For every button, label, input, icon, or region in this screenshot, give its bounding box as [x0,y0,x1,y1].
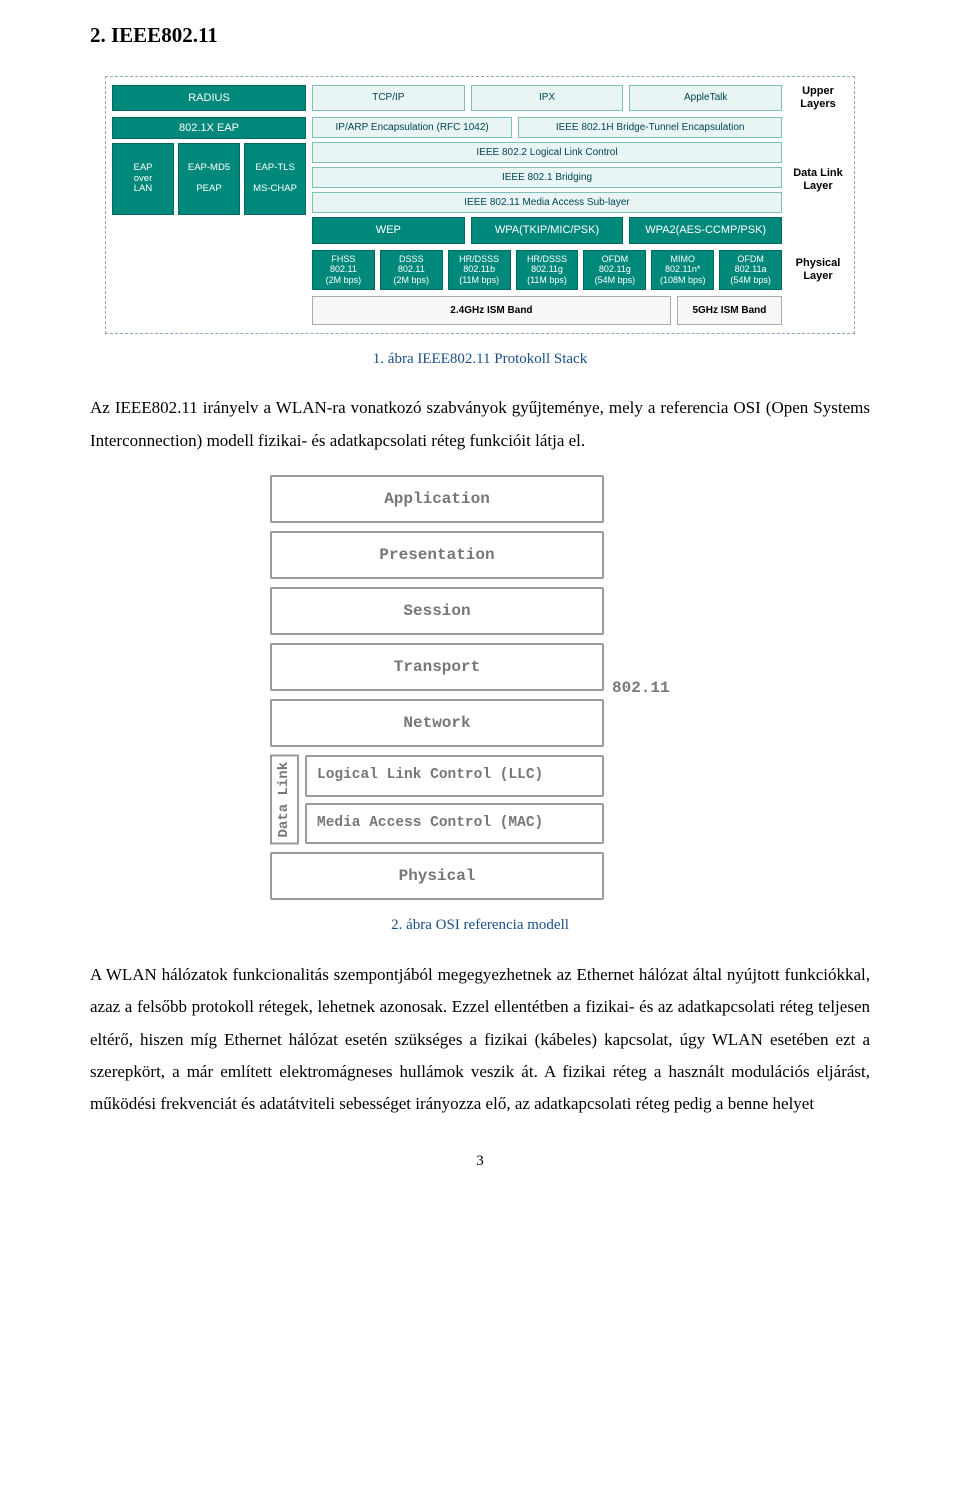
phy-80211b: HR/DSSS802.11b(11M bps) [448,250,511,290]
figure-1-caption: 1. ábra IEEE802.11 Protokoll Stack [90,348,870,371]
side-phy-label: Physical Layer [788,250,848,290]
osi-mac: Media Access Control (MAC) [305,803,604,845]
figure-1-protocol-stack: RADIUS TCP/IP IPX AppleTalk Upper Layers… [105,76,855,334]
osi-transport: Transport [270,643,604,691]
mac-sublayer-box: IEEE 802.11 Media Access Sub-layer [312,192,782,213]
osi-network: Network [270,699,604,747]
section-heading: 2. IEEE802.11 [90,20,870,52]
figure-2-caption: 2. ábra OSI referencia modell [90,914,870,937]
radius-box: RADIUS [112,85,306,112]
sec-wpa2: WPA2(AES-CCMP/PSK) [629,217,782,244]
osi-llc: Logical Link Control (LLC) [305,755,604,797]
encaps-bridge-tunnel: IEEE 802.1H Bridge-Tunnel Encapsulation [518,117,782,138]
band-5ghz: 5GHz ISM Band [677,296,782,325]
paragraph-2: A WLAN hálózatok funkcionalitás szempont… [90,959,870,1120]
eap-md5-peap: EAP-MD5 PEAP [178,143,240,215]
osi-80211-annotation: 802.11 [612,475,690,901]
phy-80211g-hr: HR/DSSS802.11g(11M bps) [516,250,579,290]
osi-presentation: Presentation [270,531,604,579]
phy-fhss: FHSS802.11(2M bps) [312,250,375,290]
llc-box: IEEE 802.2 Logical Link Control [312,142,782,163]
paragraph-1: Az IEEE802.11 irányelv a WLAN-ra vonatko… [90,392,870,457]
sec-wep: WEP [312,217,465,244]
8021x-eap-box: 802.1X EAP [112,117,306,139]
phy-80211g-ofdm: OFDM802.11g(54M bps) [583,250,646,290]
figure-2-osi-model: Application Presentation Session Transpo… [270,475,690,901]
bridging-box: IEEE 802.1 Bridging [312,167,782,188]
osi-physical: Physical [270,852,604,900]
eap-tls-mschap: EAP-TLS MS-CHAP [244,143,306,215]
band-24ghz: 2.4GHz ISM Band [312,296,671,325]
phy-80211a: OFDM802.11a(54M bps) [719,250,782,290]
encaps-iparp: IP/ARP Encapsulation (RFC 1042) [312,117,512,138]
osi-application: Application [270,475,604,523]
app-tcpip: TCP/IP [312,85,465,112]
app-appletalk: AppleTalk [629,85,782,112]
app-ipx: IPX [471,85,624,112]
sec-wpa: WPA(TKIP/MIC/PSK) [471,217,624,244]
phy-dsss: DSSS802.11(2M bps) [380,250,443,290]
side-dll-label: Data Link Layer [788,117,848,244]
page-number: 3 [90,1150,870,1173]
osi-session: Session [270,587,604,635]
phy-80211n: MIMO802.11n*(108M bps) [651,250,714,290]
side-upper-label: Upper Layers [788,85,848,112]
eap-over-lan: EAP over LAN [112,143,174,215]
osi-datalink-label: Data Link [270,755,299,845]
